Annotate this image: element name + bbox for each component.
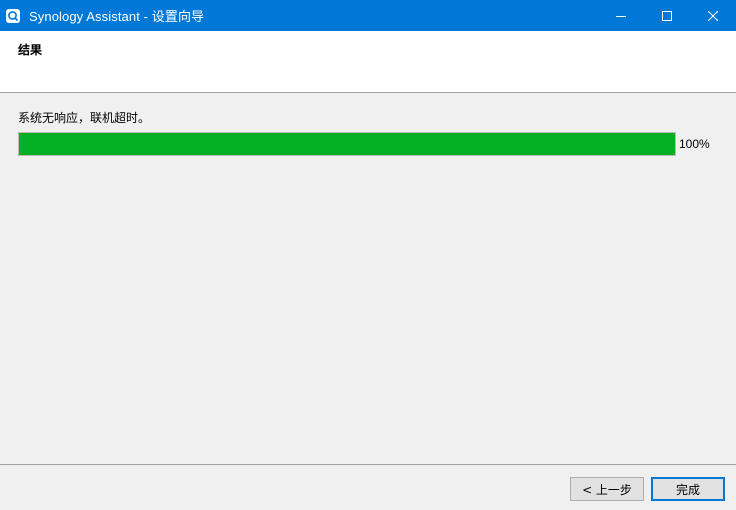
progress-bar-fill [19, 133, 675, 155]
window-title: Synology Assistant - 设置向导 [29, 9, 205, 24]
maximize-button[interactable] [644, 0, 690, 31]
maximize-icon [662, 6, 672, 25]
footer-divider [0, 464, 736, 465]
synology-assistant-icon [6, 8, 20, 23]
title-bar[interactable]: Synology Assistant - 设置向导 [0, 0, 736, 31]
progress-bar [18, 132, 676, 156]
close-button[interactable] [690, 0, 736, 31]
minimize-icon [616, 6, 626, 25]
wizard-header: 结果 [0, 31, 736, 93]
status-message: 系统无响应，联机超时。 [18, 111, 151, 125]
minimize-button[interactable] [598, 0, 644, 31]
page-title: 结果 [18, 43, 43, 57]
progress-percent: 100% [679, 137, 710, 151]
close-icon [707, 6, 719, 25]
back-button[interactable]: < 上一步 [570, 477, 644, 501]
finish-button[interactable]: 完成 [651, 477, 725, 501]
